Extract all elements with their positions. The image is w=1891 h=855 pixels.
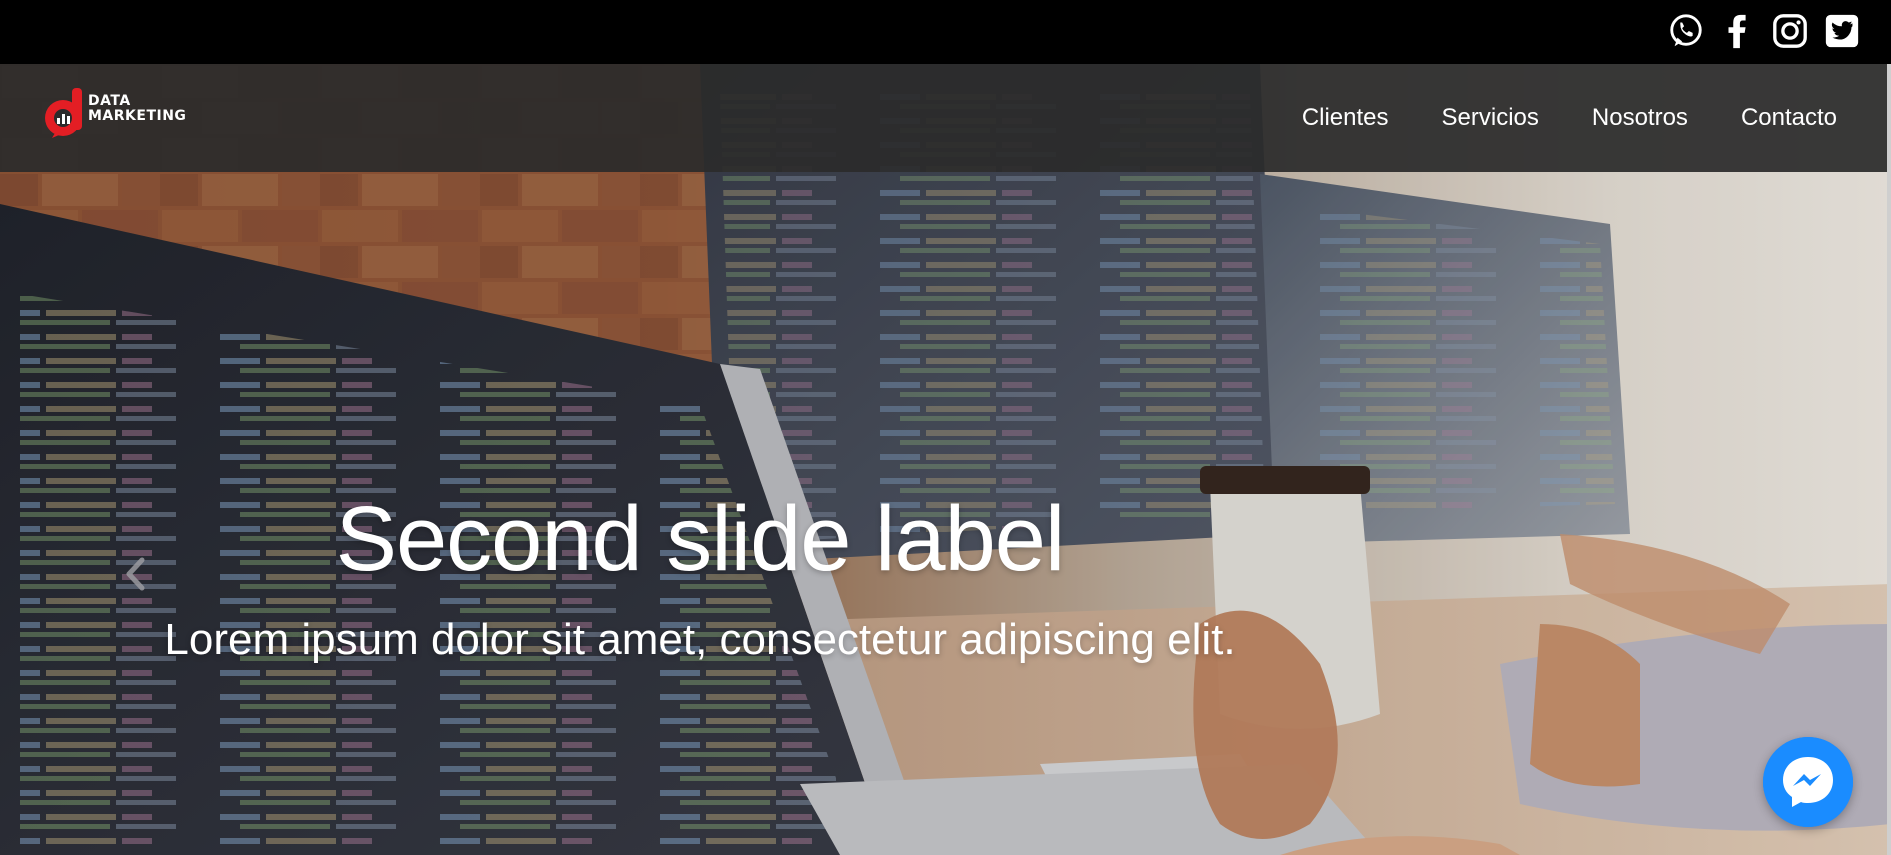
messenger-chat-button[interactable] [1763,737,1853,827]
social-bar [0,0,1891,64]
main-navbar: DATA MARKETING Clientes Servicios Nosotr… [0,64,1887,172]
slide-text: Lorem ipsum dolor sit amet, consectetur … [164,615,1236,664]
nav-item-nosotros[interactable]: Nosotros [1592,104,1688,132]
brand-line-1: DATA [88,93,131,109]
brand-logo[interactable]: DATA MARKETING [42,82,192,146]
nav-item-servicios[interactable]: Servicios [1442,104,1539,132]
brand-line-2: MARKETING [88,108,187,124]
twitter-icon[interactable] [1823,12,1861,50]
scrollbar[interactable] [1887,64,1891,855]
hero-carousel: DATA MARKETING Clientes Servicios Nosotr… [0,64,1891,855]
instagram-icon[interactable] [1771,12,1809,50]
brand-name: DATA MARKETING [88,94,186,124]
slide-background-image [0,64,1891,855]
facebook-icon[interactable] [1719,12,1757,50]
slide-title: Second slide label [335,488,1066,590]
nav-item-clientes[interactable]: Clientes [1302,104,1389,132]
social-links [1667,12,1861,50]
messenger-icon [1763,737,1853,827]
nav-item-contacto[interactable]: Contacto [1741,104,1837,132]
whatsapp-icon[interactable] [1667,12,1705,50]
nav-menu: Clientes Servicios Nosotros Contacto [1302,64,1837,172]
